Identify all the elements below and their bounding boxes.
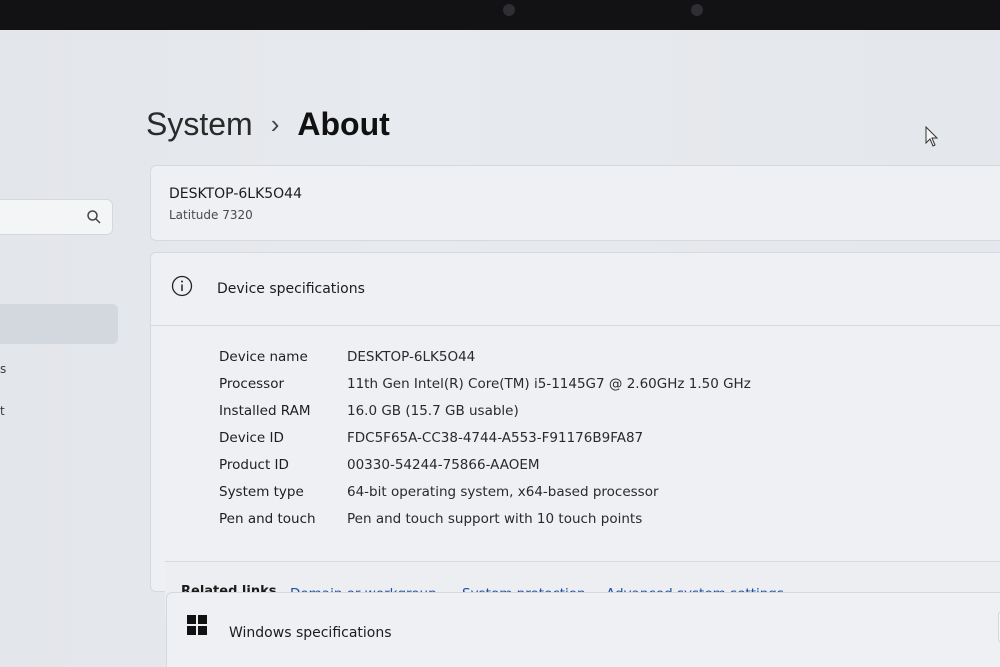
sidebar-item-fragment[interactable]: s — [0, 362, 6, 376]
spec-label: Device name — [219, 349, 308, 365]
spec-value: 11th Gen Intel(R) Core(TM) i5-1145G7 @ 2… — [347, 376, 751, 392]
spec-label: Pen and touch — [219, 511, 316, 527]
spec-label: System type — [219, 484, 304, 500]
device-name-card[interactable]: DESKTOP-6LK5O44 Latitude 7320 — [150, 165, 1000, 241]
sensor-dot — [503, 4, 515, 16]
spec-row-product-id: Product ID 00330-54244-75866-AAOEM — [219, 457, 999, 483]
chevron-right-icon: › — [270, 108, 280, 139]
spec-label: Processor — [219, 376, 285, 392]
windows-specifications-title: Windows specifications — [229, 625, 392, 641]
spec-value: FDC5F65A-CC38-4744-A553-F91176B9FA87 — [347, 430, 644, 446]
device-name: DESKTOP-6LK5O44 — [169, 186, 302, 202]
mouse-cursor-icon — [925, 126, 939, 147]
page-title: About — [297, 105, 390, 142]
spec-label: Product ID — [219, 457, 289, 473]
spec-label: Installed RAM — [219, 403, 311, 419]
windows-specifications-card[interactable]: Windows specifications — [166, 592, 1000, 667]
settings-window: s t System › About DESKTOP-6LK5O44 Latit… — [0, 30, 1000, 667]
device-specifications-card: Device specifications Device name DESKTO… — [150, 252, 1000, 618]
device-specifications-title: Device specifications — [217, 281, 365, 297]
spec-row-device-name: Device name DESKTOP-6LK5O44 — [219, 349, 999, 375]
info-icon — [171, 275, 193, 297]
windows-logo-icon — [187, 615, 207, 635]
spec-value: DESKTOP-6LK5O44 — [347, 349, 476, 365]
spec-value: Pen and touch support with 10 touch poin… — [347, 511, 643, 527]
device-specifications-header[interactable]: Device specifications — [151, 253, 1000, 326]
search-input[interactable] — [0, 199, 113, 235]
spec-row-processor: Processor 11th Gen Intel(R) Core(TM) i5-… — [219, 376, 999, 402]
webcam — [691, 4, 703, 16]
sidebar-item-selected[interactable] — [0, 304, 118, 344]
search-icon[interactable] — [86, 209, 102, 225]
screen-bezel — [0, 0, 1000, 34]
spec-row-pen-and-touch: Pen and touch Pen and touch support with… — [219, 511, 999, 537]
sidebar-item-fragment[interactable]: t — [0, 404, 5, 418]
spec-row-device-id: Device ID FDC5F65A-CC38-4744-A553-F91176… — [219, 430, 999, 456]
device-model: Latitude 7320 — [169, 208, 253, 222]
spec-value: 64-bit operating system, x64-based proce… — [347, 484, 659, 500]
spec-value: 00330-54244-75866-AAOEM — [347, 457, 540, 473]
breadcrumb: System › About — [146, 102, 390, 146]
spec-value: 16.0 GB (15.7 GB usable) — [347, 403, 519, 419]
spec-row-installed-ram: Installed RAM 16.0 GB (15.7 GB usable) — [219, 403, 999, 429]
spec-row-system-type: System type 64-bit operating system, x64… — [219, 484, 999, 510]
breadcrumb-system-link[interactable]: System — [146, 106, 253, 143]
spec-label: Device ID — [219, 430, 284, 446]
